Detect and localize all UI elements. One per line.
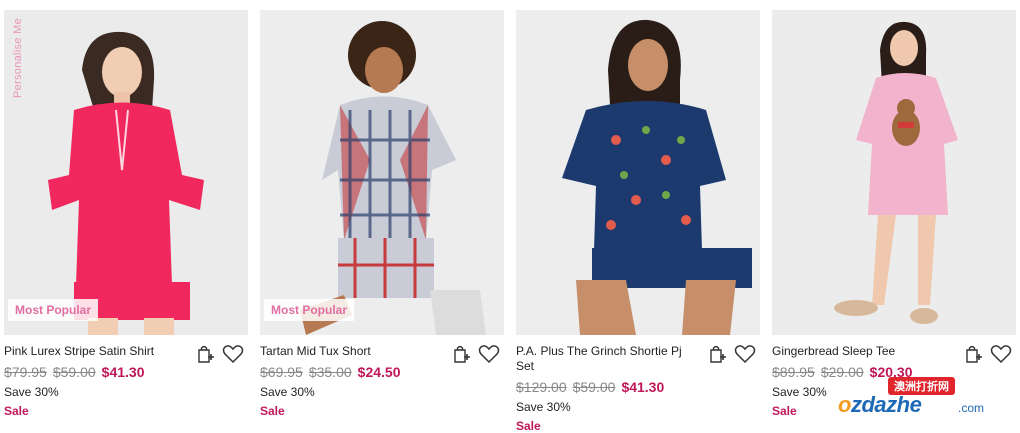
product-grid: Personalise Me Most Popular Pink Lurex S…	[0, 0, 1020, 433]
heart-icon[interactable]	[734, 343, 756, 365]
bag-plus-icon[interactable]	[450, 343, 472, 365]
original-price: $79.95	[4, 364, 47, 380]
save-label: Save 30%	[4, 385, 59, 399]
product-info: Pink Lurex Stripe Satin Shirt $79.95 $59.…	[4, 335, 248, 418]
price-row: $129.00 $59.00 $41.30	[516, 379, 760, 396]
save-label: Save 30%	[516, 400, 571, 414]
sale-price: $41.30	[621, 379, 665, 395]
product-card[interactable]: Personalise Me Most Popular Pink Lurex S…	[4, 10, 248, 418]
sale-label: Sale	[516, 419, 541, 433]
product-actions	[450, 343, 500, 365]
original-price: $129.00	[516, 379, 567, 395]
product-card[interactable]: P.A. Plus The Grinch Shortie Pj Set $129…	[516, 10, 760, 433]
product-card[interactable]: Most Popular Tartan Mid Tux Short $69.95…	[260, 10, 504, 418]
product-image[interactable]	[516, 10, 760, 335]
product-image[interactable]: Personalise Me Most Popular	[4, 10, 248, 335]
product-name[interactable]: Tartan Mid Tux Short	[260, 344, 436, 359]
watermark-brand-rest: zdazhe	[850, 392, 922, 417]
product-info: Tartan Mid Tux Short $69.95 $35.00 $24.50 …	[260, 335, 504, 418]
product-name[interactable]: P.A. Plus The Grinch Shortie Pj Set	[516, 344, 692, 374]
product-actions	[962, 343, 1012, 365]
product-card[interactable]: Gingerbread Sleep Tee $89.95 $29.00 $20.30…	[772, 10, 1016, 418]
sale-price: $24.50	[357, 364, 401, 380]
model-figure	[4, 10, 248, 335]
heart-icon[interactable]	[222, 343, 244, 365]
model-figure	[260, 10, 504, 335]
save-label: Save 30%	[260, 385, 315, 399]
heart-icon[interactable]	[478, 343, 500, 365]
heart-icon[interactable]	[990, 343, 1012, 365]
product-actions	[194, 343, 244, 365]
original-price: $89.95	[772, 364, 815, 380]
bag-plus-icon[interactable]	[962, 343, 984, 365]
model-figure	[516, 10, 760, 335]
sale-label: Sale	[4, 404, 29, 418]
model-figure	[772, 10, 1016, 335]
product-image[interactable]	[772, 10, 1016, 335]
watermark-brand-o: o	[838, 392, 851, 417]
previous-price: $59.00	[572, 379, 616, 395]
site-watermark-logo: 澳洲打折网 ozdazhe .com	[834, 377, 1004, 425]
product-image[interactable]: Most Popular	[260, 10, 504, 335]
previous-price: $59.00	[52, 364, 96, 380]
personalise-label[interactable]: Personalise Me	[12, 18, 24, 98]
product-name[interactable]: Gingerbread Sleep Tee	[772, 344, 948, 359]
sale-price: $41.30	[101, 364, 145, 380]
price-row: $69.95 $35.00 $24.50	[260, 364, 504, 381]
most-popular-badge: Most Popular	[264, 299, 355, 321]
original-price: $69.95	[260, 364, 303, 380]
product-actions	[706, 343, 756, 365]
bag-plus-icon[interactable]	[706, 343, 728, 365]
product-name[interactable]: Pink Lurex Stripe Satin Shirt	[4, 344, 180, 359]
most-popular-badge: Most Popular	[8, 299, 99, 321]
sale-label: Sale	[260, 404, 285, 418]
bag-plus-icon[interactable]	[194, 343, 216, 365]
watermark-brand: ozdazhe	[838, 392, 922, 418]
price-row: $79.95 $59.00 $41.30	[4, 364, 248, 381]
watermark-domain: .com	[958, 401, 985, 415]
previous-price: $35.00	[308, 364, 352, 380]
product-info: P.A. Plus The Grinch Shortie Pj Set $129…	[516, 335, 760, 433]
